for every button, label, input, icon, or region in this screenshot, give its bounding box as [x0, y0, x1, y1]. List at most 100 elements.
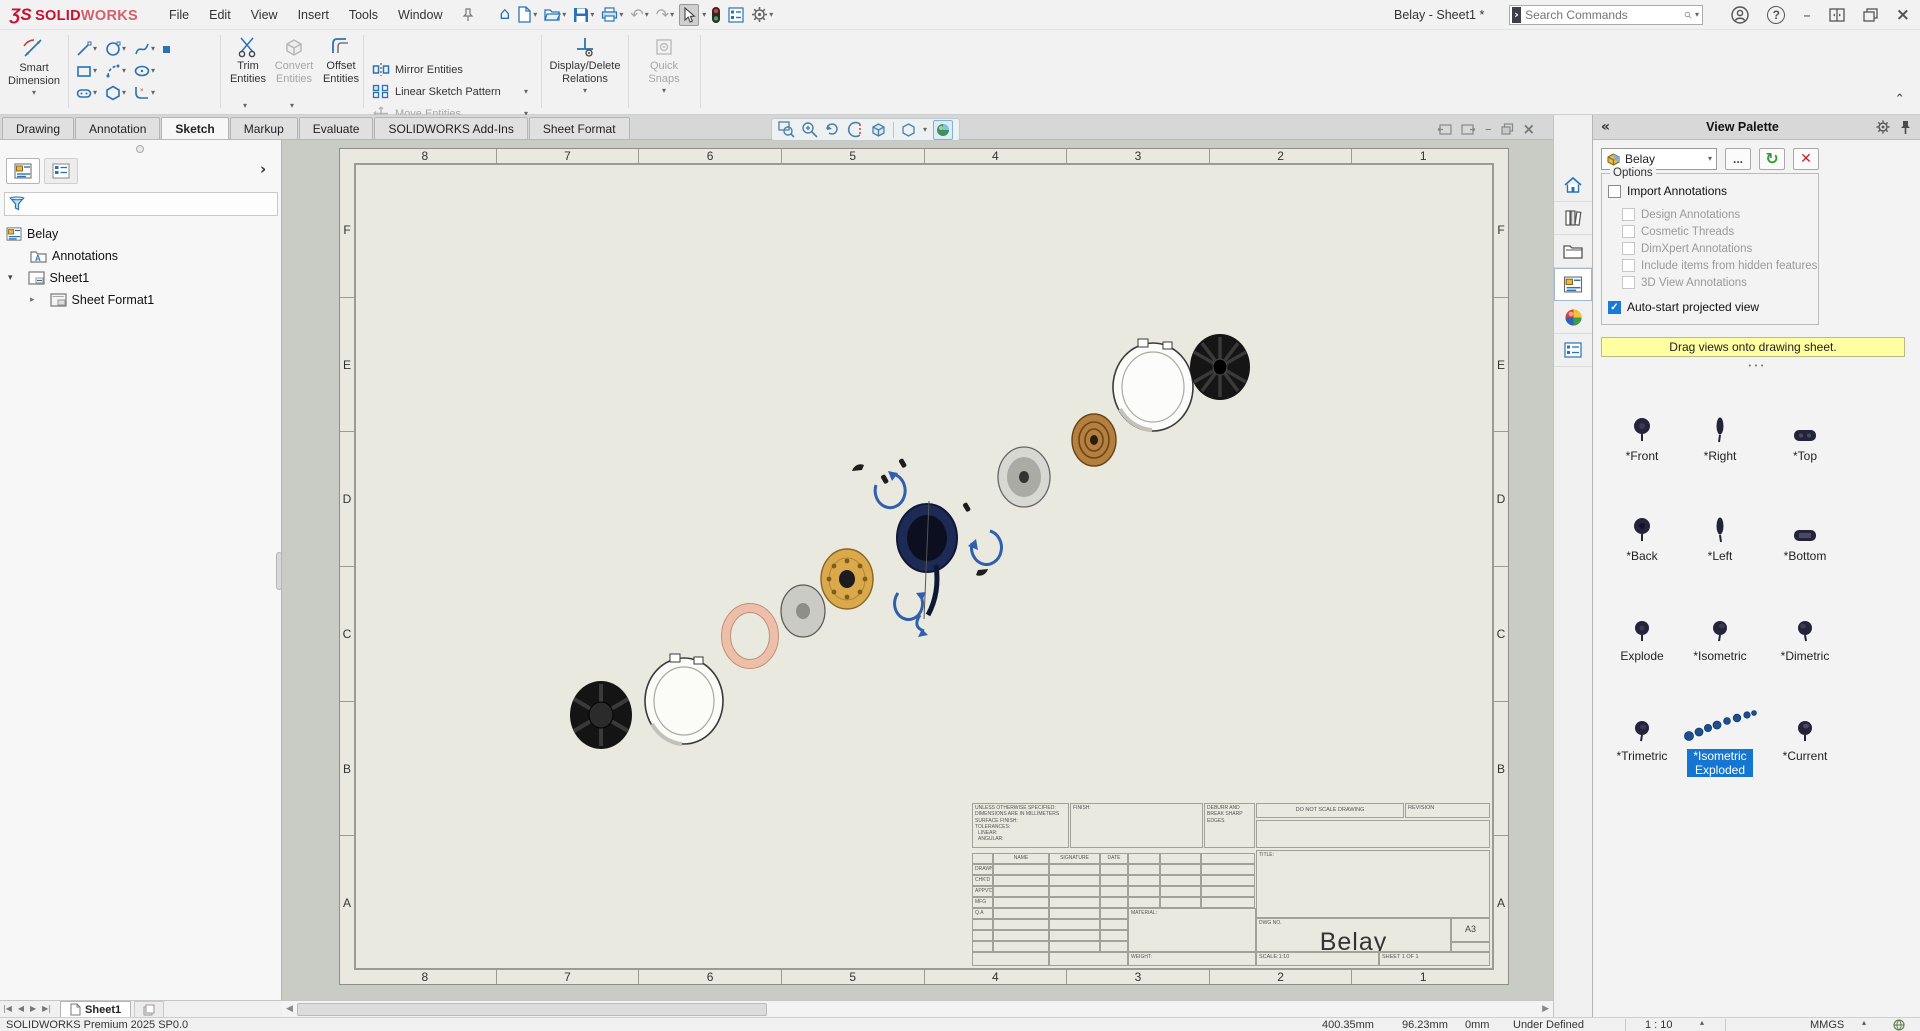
view-isometric-exploded[interactable]: *Isometric Exploded — [1678, 701, 1762, 777]
pane-options-gear-icon[interactable] — [1875, 119, 1891, 135]
design-library-tab-button[interactable] — [1554, 202, 1592, 235]
view-front[interactable]: *Front — [1600, 401, 1684, 463]
last-sheet-button[interactable]: ▶| — [39, 1005, 54, 1013]
appearances-tab-button[interactable] — [1554, 301, 1592, 334]
expand-caret-icon[interactable]: ▾ — [8, 274, 13, 283]
scrollbar-thumb[interactable] — [297, 1003, 767, 1016]
view-trimetric[interactable]: *Trimetric — [1600, 701, 1684, 763]
scroll-left-arrow[interactable]: ◀ — [282, 1005, 297, 1014]
spline-tool[interactable]: ▾ — [134, 38, 155, 60]
collapse-pane-button[interactable]: « — [1601, 120, 1610, 134]
prev-sheet-button[interactable]: ◀ — [15, 1005, 27, 1013]
view-bottom[interactable]: *Bottom — [1763, 501, 1847, 563]
view-right[interactable]: *Right — [1678, 401, 1762, 463]
search-input[interactable] — [1521, 8, 1684, 22]
sketch-point-tool[interactable] — [163, 46, 170, 53]
child-minimize-button[interactable]: – — [1485, 123, 1492, 136]
convert-entities-button[interactable]: Convert Entities — [272, 36, 316, 85]
tab-evaluate[interactable]: Evaluate — [299, 117, 374, 139]
graphics-h-scrollbar[interactable]: ◀ ▶ — [282, 1000, 1553, 1017]
undo-button[interactable]: ↶▾ — [628, 5, 650, 25]
circle-tool[interactable]: ▾ — [105, 38, 126, 60]
custom-properties-tab-button[interactable] — [1554, 334, 1592, 367]
ribbon-collapse-chevron[interactable]: ˆ — [1896, 94, 1904, 109]
mirror-entities-button[interactable]: Mirror Entities — [372, 62, 463, 77]
linear-pattern-caret[interactable]: ▾ — [524, 88, 528, 96]
first-sheet-button[interactable]: |◀ — [0, 1005, 15, 1013]
view-top[interactable]: *Top — [1763, 401, 1847, 463]
edit-appearance-button[interactable] — [933, 120, 953, 140]
open-button[interactable]: ▾ — [542, 5, 568, 24]
ellipse-tool[interactable]: ▾ — [134, 60, 155, 82]
quick-snaps-button[interactable]: Quick Snaps ▾ — [634, 36, 694, 95]
tab-solidworks-add-ins[interactable]: SOLIDWORKS Add-Ins — [374, 117, 527, 139]
slot-tool[interactable]: ▾ — [76, 82, 97, 104]
menu-edit[interactable]: Edit — [200, 3, 240, 27]
collapse-caret-icon[interactable]: ▸ — [30, 296, 35, 305]
units-dropdown-caret[interactable]: ▴ — [1862, 1019, 1866, 1027]
panel-expand-arrow[interactable]: › — [260, 162, 266, 177]
options-list-button[interactable] — [726, 5, 746, 25]
trim-entities-button[interactable]: Trim Entities — [226, 36, 270, 85]
exploded-assembly-view[interactable] — [340, 149, 1510, 986]
3d-view-annotations-checkbox[interactable]: 3D View Annotations — [1622, 276, 1747, 289]
split-panes-button[interactable] — [1829, 8, 1845, 22]
menu-view[interactable]: View — [242, 3, 287, 27]
graphics-area[interactable]: 87654321 87654321 FEDCBA FEDCBA UNLESS O… — [282, 140, 1553, 1017]
auto-start-projected-view-checkbox[interactable]: ✓Auto-start projected view — [1608, 300, 1759, 314]
print-button[interactable]: ▾ — [599, 5, 625, 24]
status-sheet-scale[interactable]: 1 : 10 — [1645, 1019, 1673, 1031]
clear-palette-button[interactable]: ✕ — [1793, 148, 1819, 170]
search-icon[interactable] — [1684, 8, 1692, 22]
redo-button[interactable]: ↷▾ — [654, 5, 676, 25]
zoom-to-area-icon[interactable] — [801, 121, 818, 138]
view-left[interactable]: *Left — [1678, 501, 1762, 563]
linear-sketch-pattern-button[interactable]: Linear Sketch Pattern — [372, 84, 501, 99]
view-palette-tab-button[interactable] — [1554, 268, 1592, 301]
tree-item-annotations[interactable]: A Annotations — [30, 246, 118, 266]
line-tool[interactable]: ▾ — [76, 38, 97, 60]
tree-item-belay-root[interactable]: Belay — [6, 224, 58, 244]
restore-window-button[interactable] — [1863, 8, 1878, 22]
add-sheet-button[interactable] — [134, 1001, 164, 1017]
view-explode[interactable]: Explode — [1600, 601, 1684, 663]
file-explorer-tab-button[interactable] — [1554, 235, 1592, 268]
scroll-right-arrow[interactable]: ▶ — [1538, 1005, 1553, 1014]
panel-collapse-dot[interactable] — [136, 145, 144, 153]
cosmetic-threads-checkbox[interactable]: Cosmetic Threads — [1622, 225, 1734, 238]
view-isometric[interactable]: *Isometric — [1678, 601, 1762, 663]
hide-show-items-caret[interactable]: ▾ — [923, 126, 927, 134]
select-tool-button[interactable] — [679, 4, 699, 26]
tab-annotation[interactable]: Annotation — [75, 117, 160, 139]
property-manager-tab[interactable] — [44, 158, 78, 184]
previous-window-icon[interactable] — [1437, 123, 1452, 136]
options-gear-button[interactable]: ▾ — [749, 4, 775, 25]
menu-insert[interactable]: Insert — [289, 3, 338, 27]
offset-entities-button[interactable]: Offset Entities — [318, 36, 364, 85]
palette-splitter-dots[interactable]: ••• — [1593, 363, 1920, 370]
polygon-tool[interactable]: ▾ — [105, 82, 126, 104]
browse-document-button[interactable]: ... — [1725, 148, 1751, 170]
child-close-button[interactable]: × — [1523, 122, 1536, 137]
view-dimetric[interactable]: *Dimetric — [1763, 601, 1847, 663]
sheet-tab-sheet1[interactable]: Sheet1 — [60, 1001, 131, 1017]
minimize-button[interactable]: – — [1803, 8, 1811, 23]
save-button[interactable]: ▾ — [571, 5, 596, 25]
rectangle-tool[interactable]: ▾ — [76, 60, 97, 82]
tab-sketch[interactable]: Sketch — [161, 117, 228, 139]
close-window-button[interactable]: × — [1896, 7, 1910, 24]
tab-markup[interactable]: Markup — [230, 117, 298, 139]
section-view-icon[interactable] — [847, 121, 864, 138]
view-orientation-icon[interactable] — [870, 121, 887, 138]
convert-flyout-caret[interactable]: ▾ — [290, 102, 294, 110]
help-button[interactable]: ? — [1767, 6, 1785, 24]
tags-globe-icon[interactable] — [1893, 1019, 1906, 1031]
arc-tool[interactable]: ▾ — [105, 60, 126, 82]
status-units[interactable]: MMGS — [1810, 1019, 1844, 1031]
tree-filter-field[interactable] — [4, 192, 278, 216]
interference-check-button[interactable] — [709, 4, 723, 26]
menu-window[interactable]: Window — [389, 3, 451, 27]
display-delete-relations-button[interactable]: Display/Delete Relations ▾ — [548, 36, 622, 95]
tab-drawing[interactable]: Drawing — [2, 117, 74, 139]
child-restore-button[interactable] — [1501, 123, 1514, 135]
